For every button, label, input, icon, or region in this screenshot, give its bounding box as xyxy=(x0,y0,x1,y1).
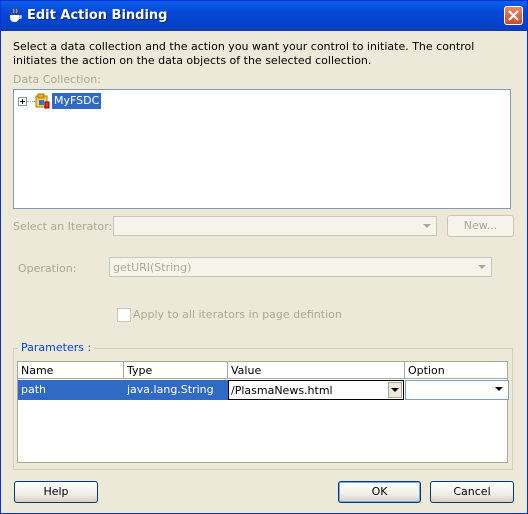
column-header-type[interactable]: Type xyxy=(124,362,228,379)
operation-select[interactable]: getURI(String) xyxy=(109,257,492,277)
parameters-label: Parameters : xyxy=(18,341,95,354)
column-header-name[interactable]: Name xyxy=(18,362,124,379)
title-bar[interactable]: Edit Action Binding xyxy=(1,1,527,31)
apply-all-label: Apply to all iterators in page defintion xyxy=(133,308,342,321)
param-value-combo[interactable]: /PlasmaNews.html xyxy=(228,380,404,400)
operation-value: getURI(String) xyxy=(113,261,192,274)
iterator-select[interactable] xyxy=(113,216,437,236)
column-header-value[interactable]: Value xyxy=(228,362,405,379)
chevron-down-icon xyxy=(391,388,399,392)
param-option-combo[interactable] xyxy=(405,380,509,400)
iterator-label: Select an Iterator: xyxy=(13,220,113,233)
expand-icon[interactable] xyxy=(18,97,27,106)
data-collection-tree[interactable]: MyFSDC xyxy=(13,89,511,209)
help-button[interactable]: Help xyxy=(14,481,98,503)
param-type-cell[interactable]: java.lang.String xyxy=(124,380,228,400)
java-cup-icon xyxy=(10,8,22,22)
cancel-button[interactable]: Cancel xyxy=(430,481,514,503)
chevron-down-icon xyxy=(423,224,431,228)
chevron-down-icon xyxy=(478,265,486,269)
data-control-icon xyxy=(35,93,50,109)
parameters-table: Name Type Value Option path java.lang.St… xyxy=(17,361,509,463)
apply-all-checkbox[interactable] xyxy=(117,308,131,322)
data-collection-label: Data Collection: xyxy=(13,73,101,86)
close-button[interactable] xyxy=(504,6,523,25)
tree-node-myfsdc[interactable]: MyFSDC xyxy=(52,93,102,109)
column-header-option[interactable]: Option xyxy=(405,362,507,379)
value-dropdown-button[interactable] xyxy=(388,382,402,398)
param-name-cell[interactable]: path xyxy=(18,380,124,400)
dialog-description: Select a data collection and the action … xyxy=(13,40,475,67)
chevron-down-icon xyxy=(495,387,503,391)
close-icon xyxy=(508,10,519,21)
window-title: Edit Action Binding xyxy=(27,8,168,23)
param-value: /PlasmaNews.html xyxy=(231,384,333,397)
operation-label: Operation: xyxy=(18,262,77,275)
option-dropdown-button[interactable] xyxy=(493,382,507,398)
new-iterator-button[interactable]: New... xyxy=(447,215,514,237)
ok-button[interactable]: OK xyxy=(338,481,421,503)
